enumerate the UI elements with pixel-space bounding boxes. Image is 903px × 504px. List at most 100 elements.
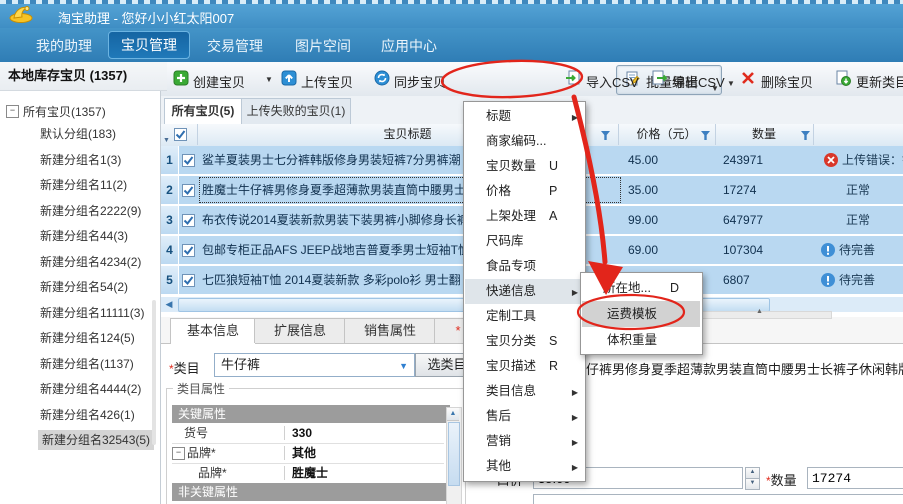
sidebar-item-group-32543-selected[interactable]: 新建分组名32543(5) — [38, 430, 154, 450]
menu-shortcut: R — [549, 354, 558, 379]
category-combobox[interactable]: 牛仔裤 ▼ — [214, 353, 415, 377]
upload-error-icon — [824, 153, 838, 167]
tab-upload-failed[interactable]: 上传失败的宝贝(1) — [241, 98, 351, 124]
sidebar-item-group-11[interactable]: 新建分组名11(2) — [40, 175, 127, 195]
row-checkbox-checked[interactable] — [182, 184, 195, 197]
nav-tab-item-manage[interactable]: 宝贝管理 — [108, 31, 190, 59]
item-qty-cell: 6807 — [723, 266, 813, 294]
nav-tab-app-center[interactable]: 应用中心 — [372, 36, 446, 56]
menu-item-express-info[interactable]: 快递信息▶ — [465, 279, 583, 304]
upload-item-button[interactable]: 上传宝贝 — [301, 72, 353, 91]
sidebar-item-group-1[interactable]: 新建分组名1(3) — [40, 150, 121, 170]
row-checkbox-checked[interactable] — [182, 154, 195, 167]
menu-item-marketing[interactable]: 营销▶ — [465, 429, 583, 454]
sidebar-item-group-default[interactable]: 默认分组(183) — [40, 124, 116, 144]
sidebar-item-group-54[interactable]: 新建分组名54(2) — [40, 277, 128, 297]
menu-item-category-info[interactable]: 类目信息▶ — [465, 379, 583, 404]
header-checkbox-checked[interactable] — [174, 128, 187, 141]
column-header-price[interactable]: 价格（元） — [618, 124, 716, 145]
menu-item-listing[interactable]: 上架处理A — [465, 204, 583, 229]
menu-item-merchant-code[interactable]: 商家编码... — [465, 129, 583, 154]
nav-tab-trade-manage[interactable]: 交易管理 — [198, 36, 272, 56]
splitter-collapse-icon[interactable]: ▲ — [756, 308, 763, 315]
attr-row[interactable]: 货号 330 — [172, 423, 444, 444]
item-status-cell: 待完善 — [839, 236, 903, 264]
attr-collapse-icon[interactable]: − — [172, 447, 185, 460]
category-field-label: *类目 — [169, 358, 200, 377]
menu-item-after-sales[interactable]: 售后▶ — [465, 404, 583, 429]
row-number: 3 — [161, 206, 179, 234]
menu-item-size-library[interactable]: 尺码库 — [465, 229, 583, 254]
tab-extended-info[interactable]: 扩展信息 — [254, 318, 346, 343]
bottom-text-input[interactable] — [533, 494, 903, 504]
price-spinner-down[interactable]: ▼ — [745, 478, 760, 490]
tree-collapse-icon[interactable]: − — [6, 105, 19, 118]
attrs-scroll-thumb[interactable] — [448, 422, 460, 486]
update-category-button[interactable]: 更新类目 — [856, 72, 903, 91]
create-dropdown-caret-icon[interactable]: ▼ — [265, 75, 273, 84]
create-item-button[interactable]: 创建宝贝 — [193, 72, 245, 91]
sidebar-item-group-11111[interactable]: 新建分组名11111(3) — [40, 303, 144, 323]
item-price-cell: 69.00 — [628, 236, 715, 264]
nav-tab-image-space[interactable]: 图片空间 — [286, 36, 360, 56]
row-checkbox-checked[interactable] — [182, 274, 195, 287]
row-checkbox-checked[interactable] — [182, 244, 195, 257]
menu-item-food-special[interactable]: 食品专项 — [465, 254, 583, 279]
qty-filter-funnel-icon[interactable] — [801, 131, 810, 140]
menu-item-item-category[interactable]: 宝贝分类S — [465, 329, 583, 354]
sidebar-item-group-4444[interactable]: 新建分组名4444(2) — [40, 379, 141, 399]
delete-item-button[interactable]: 删除宝贝 — [761, 72, 813, 91]
menu-item-title[interactable]: 标题▶ — [465, 104, 583, 129]
sidebar-header: 本地库存宝贝 (1357) — [0, 62, 167, 91]
header-select-cell[interactable]: ▼ — [161, 124, 198, 145]
row-checkbox-checked[interactable] — [182, 214, 195, 227]
item-price-cell: 35.00 — [628, 176, 715, 204]
sidebar-item-group-44[interactable]: 新建分组名44(3) — [40, 226, 128, 246]
key-attrs-header: 关键属性 — [172, 405, 450, 423]
attr-row[interactable]: 品牌* 胜魔士 — [172, 463, 444, 484]
sync-item-button[interactable]: 同步宝贝 — [394, 72, 446, 91]
item-price-cell: 99.00 — [628, 206, 715, 234]
price-filter-funnel-icon[interactable] — [701, 131, 710, 140]
sidebar-item-group-2222[interactable]: 新建分组名2222(9) — [40, 201, 141, 221]
menu-item-item-quantity[interactable]: 宝贝数量U — [465, 154, 583, 179]
menu-item-custom-tools[interactable]: 定制工具 — [465, 304, 583, 329]
sidebar-item-group-426[interactable]: 新建分组名426(1) — [40, 405, 135, 425]
needs-completion-info-icon — [821, 273, 835, 287]
attr-value: 其他 — [292, 443, 316, 463]
attrs-vertical-scrollbar[interactable]: ▲ — [446, 407, 462, 504]
title-filter-funnel-icon[interactable] — [601, 131, 610, 140]
sync-item-icon — [374, 70, 390, 86]
menu-item-item-description[interactable]: 宝贝描述R — [465, 354, 583, 379]
tab-all-items[interactable]: 所有宝贝(5) — [164, 98, 242, 125]
qty-field-label: *数量 — [766, 470, 797, 489]
scroll-left-arrow-icon[interactable]: ◀ — [162, 298, 176, 311]
nav-tab-my-assistant[interactable]: 我的助理 — [20, 36, 108, 56]
row-number: 4 — [161, 236, 179, 264]
export-csv-button[interactable]: 导出CSV — [672, 72, 725, 91]
tab-basic-info[interactable]: 基本信息 — [170, 318, 256, 344]
category-dropdown-icon[interactable]: ▼ — [399, 355, 408, 377]
sidebar-item-group-4234[interactable]: 新建分组名4234(2) — [40, 252, 141, 272]
submenu-item-volume-weight[interactable]: 体积重量 — [582, 327, 700, 353]
submenu-item-shipping-template[interactable]: 运费模板 — [582, 301, 700, 327]
column-header-status[interactable] — [813, 124, 903, 145]
item-status-cell: 正常 — [813, 206, 903, 234]
column-header-qty[interactable]: 数量 — [715, 124, 814, 145]
menu-shortcut: U — [549, 154, 558, 179]
submenu-item-location[interactable]: 所在地...D — [582, 275, 700, 301]
sidebar-item-group-124[interactable]: 新建分组名124(5) — [40, 328, 135, 348]
local-inventory-sidebar: 本地库存宝贝 (1357) − 所有宝贝(1357) 默认分组(183) 新建分… — [0, 62, 161, 504]
menu-item-other[interactable]: 其他▶ — [465, 454, 583, 479]
sidebar-item-group-1137[interactable]: 新建分组名(1137) — [40, 354, 134, 374]
import-csv-icon — [565, 70, 581, 86]
menu-item-price[interactable]: 价格P — [465, 179, 583, 204]
sidebar-scrollbar[interactable] — [152, 300, 156, 445]
sidebar-item-all-items[interactable]: 所有宝贝(1357) — [23, 102, 106, 122]
tab-sales-attrs[interactable]: 销售属性 — [344, 318, 436, 343]
export-dropdown-caret-icon[interactable]: ▼ — [727, 79, 735, 88]
qty-input[interactable] — [807, 467, 903, 489]
attrs-scroll-up-icon[interactable]: ▲ — [447, 408, 459, 421]
attr-row[interactable]: − 品牌* 其他 — [172, 443, 444, 464]
import-csv-button[interactable]: 导入CSV — [586, 72, 639, 91]
